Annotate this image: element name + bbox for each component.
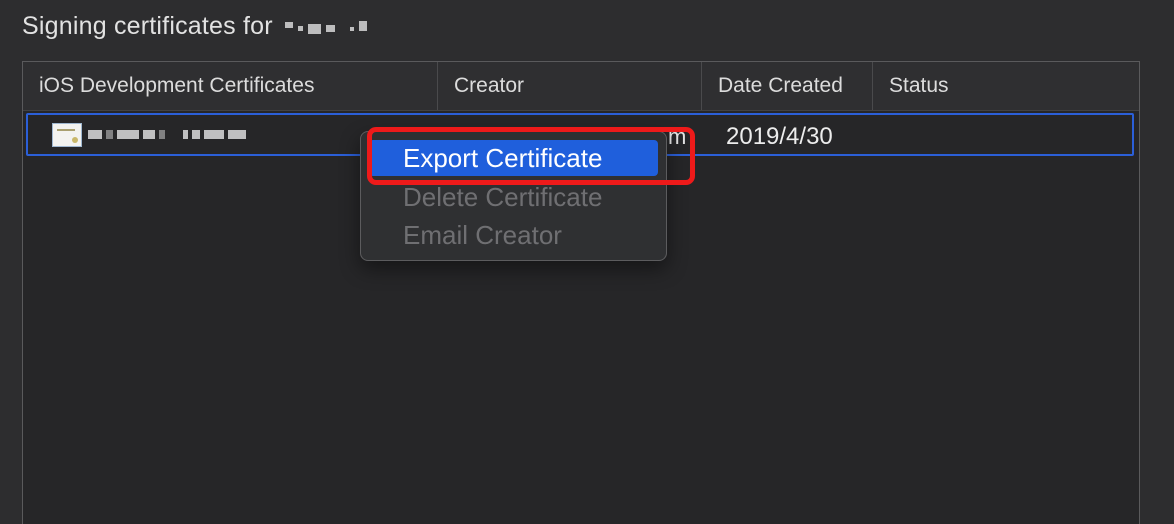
table-header: iOS Development Certificates Creator Dat… [23, 62, 1139, 111]
column-header-creator[interactable]: Creator [438, 62, 702, 110]
page-title: Signing certificates for [22, 12, 367, 41]
date-created-cell: 2019/4/30 [726, 123, 833, 150]
signing-certificates-sheet: Signing certificates for iOS Development… [0, 0, 1174, 524]
email-creator-menu-item: Email Creator [403, 219, 562, 250]
certificate-icon [52, 123, 82, 147]
delete-certificate-menu-item: Delete Certificate [403, 181, 603, 212]
column-header-status[interactable]: Status [873, 62, 1139, 110]
page-title-text: Signing certificates for [22, 12, 273, 40]
export-certificate-menu-item[interactable]: Export Certificate [369, 140, 658, 176]
creator-cell-visible-text: m [668, 124, 687, 149]
column-header-date-created[interactable]: Date Created [702, 62, 873, 110]
column-header-certificate[interactable]: iOS Development Certificates [23, 62, 438, 110]
redacted-certificate-name [88, 130, 246, 139]
redacted-team-name [284, 20, 367, 34]
context-menu: Export Certificate Delete Certificate Em… [360, 131, 667, 261]
